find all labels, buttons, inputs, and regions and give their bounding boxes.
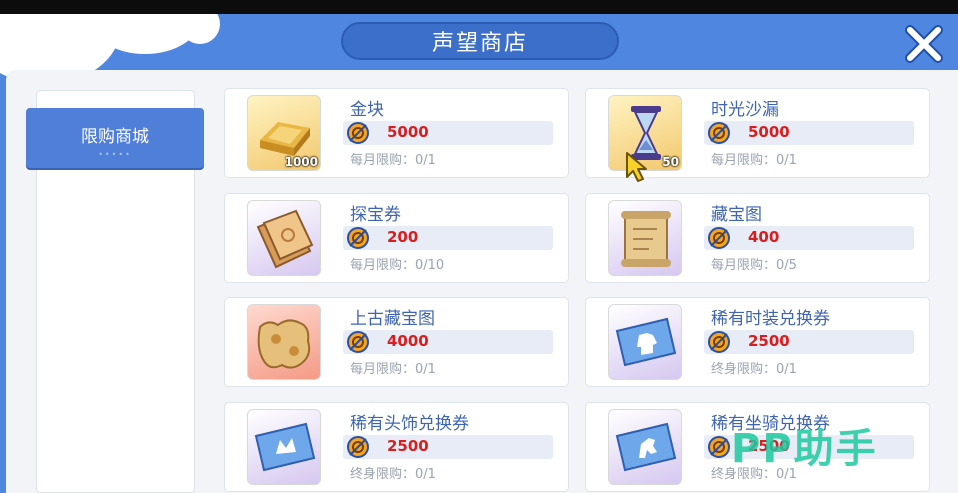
item-name: 时光沙漏 <box>711 100 779 120</box>
item-quantity: 1000 <box>284 155 318 169</box>
item-card[interactable]: 稀有时装兑换券 2500 终身限购：0/1 <box>585 297 930 387</box>
fashion-coupon-icon <box>608 304 682 380</box>
item-price: 4000 <box>387 332 429 350</box>
item-name: 探宝券 <box>350 205 401 225</box>
sidebar-tab-dots: ••••• <box>98 150 132 159</box>
ancient-treasure-map-icon <box>247 304 321 380</box>
item-price: 2500 <box>387 437 429 455</box>
shop-title: 声望商店 <box>341 22 619 60</box>
item-card[interactable]: 1000 金块 5000 每月限购：0/1 <box>224 88 569 178</box>
price-bar: 5000 <box>343 121 553 145</box>
item-price: 2500 <box>748 332 790 350</box>
price-bar: 4000 <box>343 330 553 354</box>
reputation-coin-icon <box>708 227 730 249</box>
item-price: 200 <box>387 228 419 246</box>
item-card[interactable]: 藏宝图 400 每月限购：0/5 <box>585 193 930 283</box>
item-name: 稀有头饰兑换券 <box>350 414 469 434</box>
price-bar: 5000 <box>704 121 914 145</box>
pointer-cursor-icon <box>626 152 647 182</box>
reputation-coin-icon <box>347 122 369 144</box>
item-price: 5000 <box>748 123 790 141</box>
purchase-limit: 每月限购：0/5 <box>711 258 797 273</box>
item-quantity: 50 <box>662 155 679 169</box>
purchase-limit: 终身限购：0/1 <box>350 467 436 482</box>
sidebar-tab-label: 限购商城 <box>81 127 149 147</box>
item-price: 400 <box>748 228 780 246</box>
item-card[interactable]: 上古藏宝图 4000 每月限购：0/1 <box>224 297 569 387</box>
reputation-coin-icon <box>347 436 369 458</box>
treasure-ticket-icon <box>247 200 321 276</box>
item-name: 金块 <box>350 100 384 120</box>
reputation-coin-icon <box>708 331 730 353</box>
item-name: 藏宝图 <box>711 205 762 225</box>
price-bar: 2500 <box>704 330 914 354</box>
price-bar: 2500 <box>343 435 553 459</box>
sidebar-tab-limited-shop[interactable]: 限购商城 ••••• <box>26 108 204 168</box>
reputation-coin-icon <box>347 331 369 353</box>
purchase-limit: 每月限购：0/1 <box>350 362 436 377</box>
purchase-limit: 终身限购：0/1 <box>711 362 797 377</box>
price-bar: 400 <box>704 226 914 250</box>
reputation-coin-icon <box>347 227 369 249</box>
reputation-coin-icon <box>708 122 730 144</box>
item-name: 上古藏宝图 <box>350 309 435 329</box>
top-status-bar <box>0 0 958 14</box>
reputation-coin-icon <box>708 436 730 458</box>
treasure-map-icon <box>608 200 682 276</box>
headwear-coupon-icon <box>247 409 321 485</box>
gold-bar-icon: 1000 <box>247 95 321 171</box>
watermark: PP助手 <box>731 426 878 472</box>
purchase-limit: 每月限购：0/1 <box>350 153 436 168</box>
item-card[interactable]: 稀有头饰兑换券 2500 终身限购：0/1 <box>224 402 569 492</box>
item-card[interactable]: 探宝券 200 每月限购：0/10 <box>224 193 569 283</box>
item-price: 5000 <box>387 123 429 141</box>
mount-coupon-icon <box>608 409 682 485</box>
item-name: 稀有时装兑换券 <box>711 309 830 329</box>
close-icon[interactable] <box>902 22 946 66</box>
price-bar: 200 <box>343 226 553 250</box>
purchase-limit: 每月限购：0/10 <box>350 258 445 273</box>
purchase-limit: 每月限购：0/1 <box>711 153 797 168</box>
